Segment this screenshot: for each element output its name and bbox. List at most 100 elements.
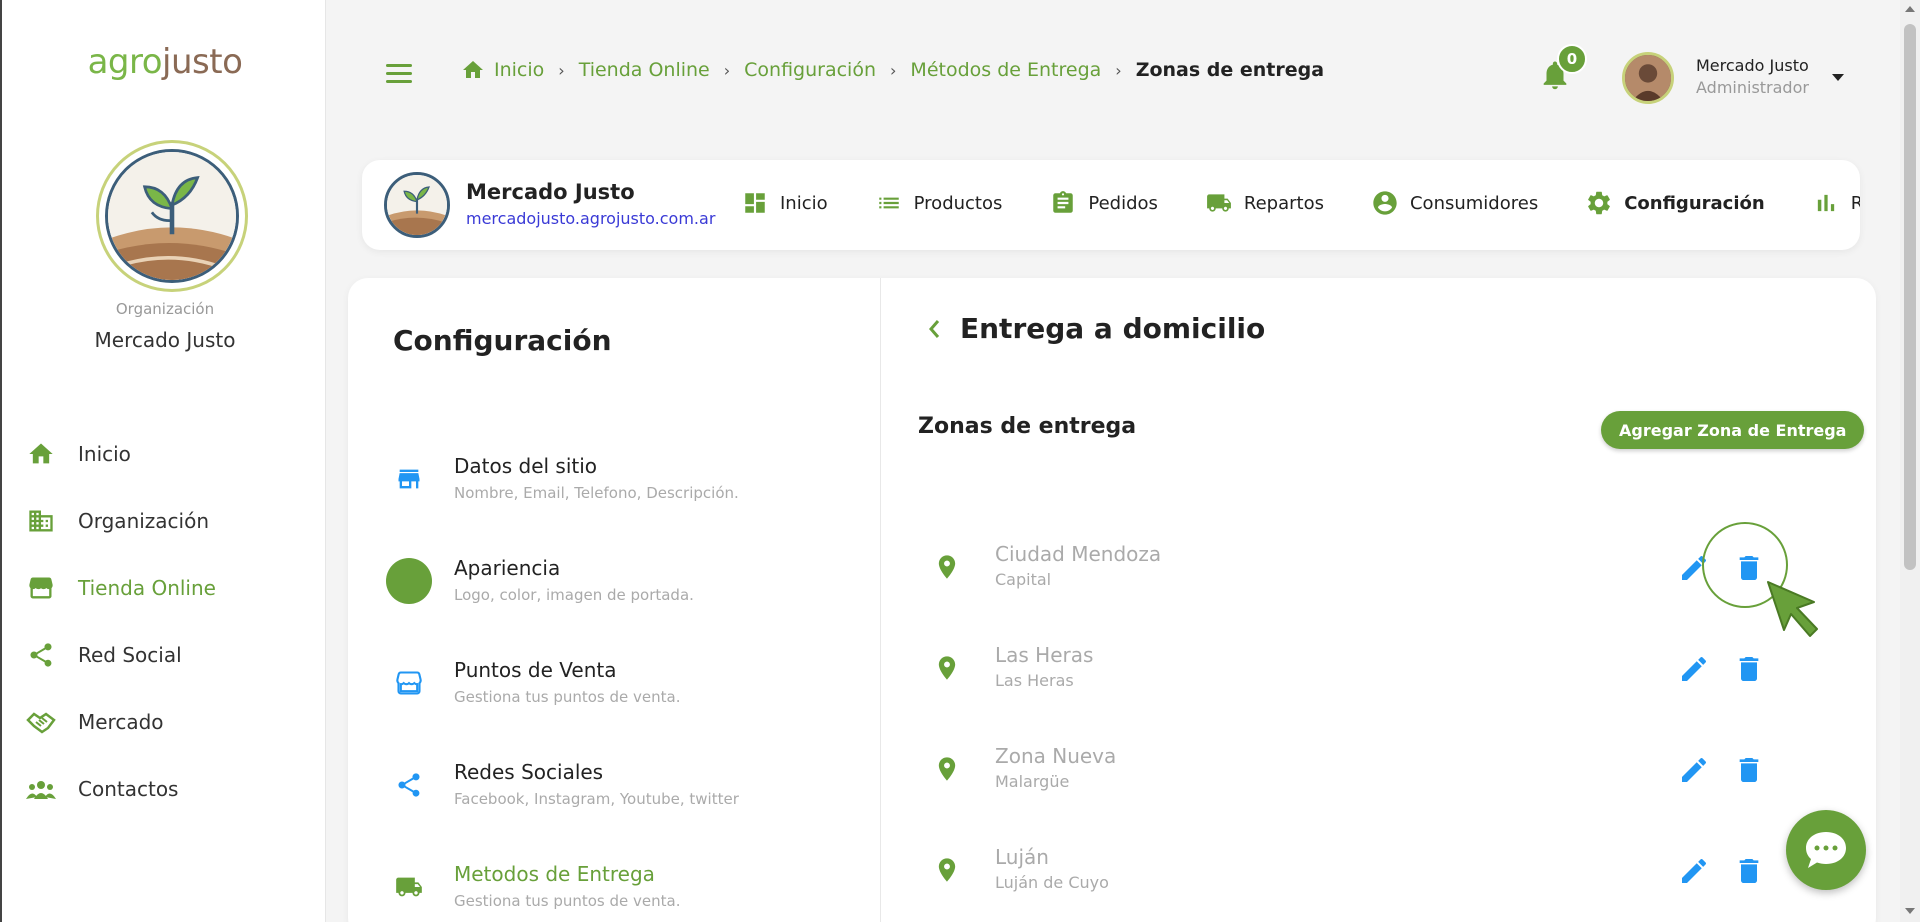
- user-name[interactable]: Mercado Justo: [1696, 56, 1809, 75]
- store-url-link[interactable]: mercadojusto.agrojusto.com.ar: [466, 209, 715, 228]
- home-icon: [26, 439, 56, 469]
- location-pin-icon: [938, 656, 956, 680]
- chevron-right-icon: ›: [1115, 60, 1122, 80]
- user-role: Administrador: [1696, 78, 1809, 97]
- tab-consumidores[interactable]: Consumidores: [1370, 188, 1538, 218]
- config-item-redes-sociales[interactable]: Redes Sociales Facebook, Instagram, Yout…: [386, 760, 739, 808]
- share-icon: [386, 762, 432, 808]
- location-pin-icon: [938, 555, 956, 579]
- trash-icon[interactable]: [1733, 754, 1765, 786]
- scrollbar-thumb[interactable]: [1904, 24, 1916, 570]
- tab-repartos[interactable]: Repartos: [1204, 188, 1324, 218]
- back-arrow-icon[interactable]: [922, 314, 946, 344]
- chevron-right-icon: ›: [890, 60, 897, 80]
- config-item-subtitle: Gestiona tus puntos de venta.: [454, 892, 681, 910]
- config-title: Configuración: [393, 324, 612, 357]
- org-avatar: [96, 140, 248, 292]
- sidebar-item-mercado[interactable]: Mercado: [26, 688, 216, 755]
- tab-label: Consumidores: [1409, 192, 1539, 214]
- zone-area: Las Heras: [995, 671, 1074, 690]
- config-item-subtitle: Logo, color, imagen de portada.: [454, 586, 694, 604]
- tab-reportes[interactable]: Repo: [1811, 188, 1860, 218]
- home-icon[interactable]: [460, 58, 486, 82]
- tab-configuracion[interactable]: Configuración: [1584, 188, 1765, 218]
- color-circle-icon: [386, 558, 432, 604]
- share-icon: [26, 640, 56, 670]
- location-pin-icon: [938, 757, 956, 781]
- zone-name: Las Heras: [995, 643, 1094, 667]
- tab-label: Configuración: [1624, 192, 1765, 214]
- panel-divider: [880, 278, 881, 922]
- config-item-title: Puntos de Venta: [454, 658, 617, 682]
- logo-part-agro: agro: [87, 42, 163, 82]
- breadcrumb-inicio[interactable]: Inicio: [494, 59, 544, 81]
- sidebar-item-organizacion[interactable]: Organización: [26, 487, 216, 554]
- tab-label: Repartos: [1243, 192, 1324, 214]
- tab-productos[interactable]: Productos: [874, 188, 1002, 218]
- config-item-apariencia[interactable]: Apariencia Logo, color, imagen de portad…: [386, 556, 694, 604]
- tab-label: Repo: [1850, 192, 1860, 214]
- zone-row: Luján Luján de Cuyo: [933, 845, 1813, 905]
- config-item-title: Metodos de Entrega: [454, 862, 655, 886]
- user-avatar[interactable]: [1622, 52, 1674, 104]
- breadcrumb-tienda-online[interactable]: Tienda Online: [579, 59, 710, 81]
- sidebar-item-label: Inicio: [78, 441, 131, 466]
- zone-row: Las Heras Las Heras: [933, 643, 1813, 703]
- sidebar-item-contactos[interactable]: Contactos: [26, 755, 216, 822]
- edit-pencil-icon[interactable]: [1678, 653, 1710, 685]
- edit-pencil-icon[interactable]: [1678, 855, 1710, 887]
- add-zone-button[interactable]: Agregar Zona de Entrega: [1601, 411, 1865, 449]
- config-item-subtitle: Gestiona tus puntos de venta.: [454, 688, 681, 706]
- notification-count-badge: 0: [1557, 44, 1587, 74]
- store-icon: [26, 573, 56, 603]
- menu-toggle-button[interactable]: [386, 64, 412, 84]
- sidebar-item-red-social[interactable]: Red Social: [26, 621, 216, 688]
- sidebar-item-label: Red Social: [78, 642, 182, 667]
- breadcrumb-metodos-entrega[interactable]: Métodos de Entrega: [910, 59, 1101, 81]
- store-header: Mercado Justo mercadojusto.agrojusto.com…: [362, 160, 1860, 250]
- storefront-icon: [386, 456, 432, 502]
- truck-icon: [1204, 188, 1234, 218]
- sidebar-item-inicio[interactable]: Inicio: [26, 420, 216, 487]
- page-scrollbar[interactable]: [1900, 0, 1920, 922]
- config-item-metodos-entrega[interactable]: Metodos de Entrega Gestiona tus puntos d…: [386, 862, 680, 910]
- org-caption: Organización: [115, 300, 215, 318]
- sprout-logo-icon: [108, 152, 236, 280]
- clipboard-icon: [1048, 188, 1078, 218]
- contacts-icon: [26, 774, 56, 804]
- sidebar-item-tienda-online[interactable]: Tienda Online: [26, 554, 216, 621]
- zone-area: Malargüe: [995, 772, 1070, 791]
- logo-part-justo: justo: [162, 42, 243, 82]
- store-name: Mercado Justo: [466, 180, 635, 204]
- chat-button[interactable]: [1786, 810, 1866, 890]
- store-logo: [384, 172, 450, 238]
- edit-pencil-icon[interactable]: [1678, 754, 1710, 786]
- user-circle-icon: [1370, 188, 1400, 218]
- config-item-title: Datos del sitio: [454, 454, 598, 478]
- zone-row: Zona Nueva Malargüe: [933, 744, 1813, 804]
- trash-icon[interactable]: [1733, 653, 1765, 685]
- config-item-title: Apariencia: [454, 556, 561, 580]
- tab-pedidos[interactable]: Pedidos: [1048, 188, 1158, 218]
- breadcrumb: Inicio › Tienda Online › Configuración ›…: [460, 58, 1324, 82]
- dashboard-icon: [740, 188, 770, 218]
- handshake-icon: [26, 707, 56, 737]
- scroll-up-arrow-icon[interactable]: [1905, 6, 1915, 12]
- zone-area: Capital: [995, 570, 1052, 589]
- breadcrumb-current: Zonas de entrega: [1135, 59, 1325, 81]
- brand-logo[interactable]: agrojusto: [2, 42, 328, 82]
- caret-down-icon[interactable]: [1832, 74, 1844, 81]
- config-item-datos-sitio[interactable]: Datos del sitio Nombre, Email, Telefono,…: [386, 454, 739, 502]
- truck-icon: [386, 864, 432, 910]
- chevron-right-icon: ›: [723, 60, 731, 80]
- zone-name: Luján: [995, 845, 1049, 869]
- shop-icon: [386, 660, 432, 706]
- trash-icon[interactable]: [1733, 855, 1765, 887]
- location-pin-icon: [938, 858, 956, 882]
- breadcrumb-configuracion[interactable]: Configuración: [744, 59, 876, 81]
- sidebar-item-label: Organización: [78, 508, 210, 533]
- scroll-down-arrow-icon[interactable]: [1905, 908, 1915, 914]
- config-item-puntos-venta[interactable]: Puntos de Venta Gestiona tus puntos de v…: [386, 658, 680, 706]
- config-item-subtitle: Facebook, Instagram, Youtube, twitter: [454, 790, 739, 808]
- tab-inicio[interactable]: Inicio: [740, 188, 828, 218]
